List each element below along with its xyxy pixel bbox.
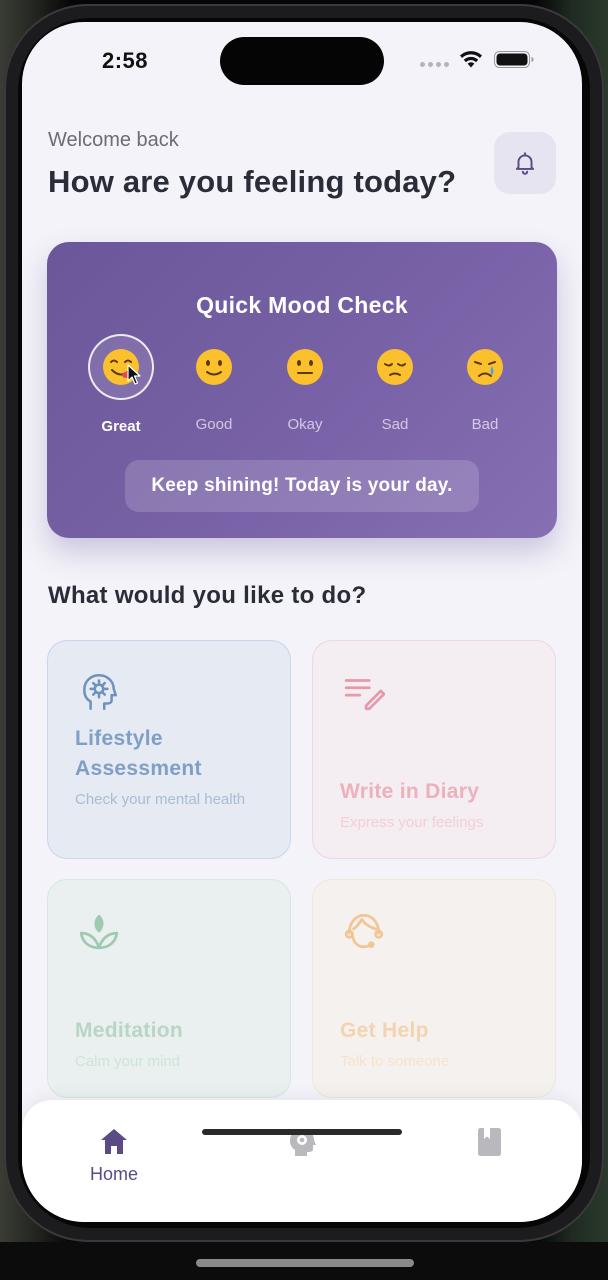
- mood-label: Good: [195, 416, 233, 433]
- crying-face-icon: [467, 349, 503, 385]
- card-description: Express your feelings: [340, 814, 484, 831]
- card-title: Write in Diary: [340, 780, 480, 803]
- head-gear-icon: [83, 673, 118, 711]
- dynamic-island: [220, 37, 384, 85]
- mood-option-bad[interactable]: Bad: [450, 334, 520, 444]
- headset-icon: [344, 913, 384, 949]
- mood-emoji-ring: [272, 334, 338, 400]
- mood-option-great[interactable]: Great: [86, 334, 156, 444]
- write-in-diary-card[interactable]: Write in Diary Express your feelings: [312, 640, 556, 859]
- system-home-indicator: [196, 1259, 414, 1267]
- card-title: Meditation: [75, 1019, 183, 1042]
- welcome-text: Welcome back: [48, 129, 179, 151]
- mood-label: Bad: [471, 416, 499, 433]
- card-description: Check your mental health: [75, 791, 246, 808]
- nav-label: Home: [89, 1164, 138, 1184]
- meditation-card[interactable]: Meditation Calm your mind: [47, 879, 291, 1098]
- wifi-icon: [460, 51, 482, 68]
- section-title: What would you like to do?: [48, 582, 367, 609]
- mood-emoji-ring: [181, 334, 247, 400]
- mood-label: Sad: [381, 416, 409, 433]
- home-indicator: [202, 1129, 402, 1135]
- write-icon: [344, 679, 385, 711]
- mood-emoji-ring: [362, 334, 428, 400]
- pensive-face-icon: [377, 349, 413, 385]
- bottom-navigation: Home: [22, 1100, 582, 1222]
- mood-option-sad[interactable]: Sad: [360, 334, 430, 444]
- status-time: 2:58: [102, 48, 149, 73]
- mood-label: Great: [101, 418, 141, 435]
- bell-icon: [515, 152, 535, 175]
- mood-option-okay[interactable]: Okay: [270, 334, 340, 444]
- slight-smile-icon: [196, 349, 232, 385]
- nav-item-diary[interactable]: [444, 1126, 534, 1158]
- diary-icon: [478, 1128, 501, 1156]
- card-title: Lifestyle Assessment: [75, 727, 202, 780]
- cursor-icon: [127, 364, 141, 385]
- neutral-face-icon: [287, 349, 323, 385]
- lotus-icon: [79, 914, 119, 950]
- mood-message: Keep shining! Today is your day.: [125, 460, 479, 512]
- signal-icon: [420, 62, 449, 67]
- mood-emoji-ring: [452, 334, 518, 400]
- app-screen: 2:58 Welcome back How are you feeling to…: [22, 22, 582, 1222]
- mood-check-card: Quick Mood Check Great Good Okay Sad Bad…: [47, 242, 557, 538]
- battery-icon: [494, 51, 534, 68]
- page-title: How are you feeling today?: [48, 164, 457, 199]
- card-description: Calm your mind: [75, 1053, 181, 1070]
- mood-option-good[interactable]: Good: [179, 334, 249, 444]
- mood-emoji-ring: [88, 334, 154, 400]
- lifestyle-assessment-card[interactable]: Lifestyle Assessment Check your mental h…: [47, 640, 291, 859]
- home-icon: [101, 1129, 127, 1154]
- nav-item-home[interactable]: Home: [69, 1126, 159, 1185]
- get-help-card[interactable]: Get Help Talk to someone: [312, 879, 556, 1098]
- mood-label: Okay: [287, 416, 323, 433]
- card-description: Talk to someone: [340, 1053, 450, 1070]
- card-title: Get Help: [340, 1019, 429, 1042]
- mood-check-title: Quick Mood Check: [196, 292, 408, 318]
- notifications-button[interactable]: [494, 132, 556, 194]
